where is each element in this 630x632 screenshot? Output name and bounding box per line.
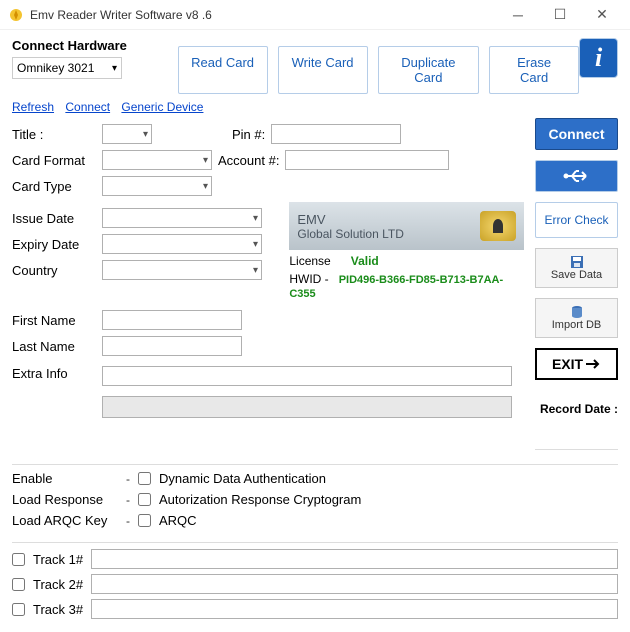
hwid-label: HWID - <box>289 272 328 286</box>
import-db-button[interactable]: Import DB <box>535 298 618 338</box>
issue-date-select[interactable] <box>102 208 262 228</box>
license-label: License <box>289 254 330 268</box>
track3-label: Track 3# <box>33 602 83 617</box>
track3-input[interactable] <box>91 599 618 619</box>
track2-checkbox[interactable] <box>12 578 25 591</box>
track1-checkbox[interactable] <box>12 553 25 566</box>
account-input[interactable] <box>285 150 449 170</box>
arqc-label: ARQC <box>159 513 197 528</box>
connect-button[interactable]: Connect <box>535 118 618 150</box>
card-type-label: Card Type <box>12 179 96 194</box>
pin-input[interactable] <box>271 124 401 144</box>
hardware-selected-value: Omnikey 3021 <box>17 61 94 75</box>
save-data-button[interactable]: Save Data <box>535 248 618 288</box>
title-select[interactable] <box>102 124 152 144</box>
save-data-label: Save Data <box>551 269 602 281</box>
card-format-label: Card Format <box>12 153 96 168</box>
record-date-field <box>535 430 618 450</box>
chip-icon <box>480 211 516 241</box>
hardware-select[interactable]: Omnikey 3021 ▾ <box>12 57 122 79</box>
dda-label: Dynamic Data Authentication <box>159 471 326 486</box>
expiry-date-label: Expiry Date <box>12 237 96 252</box>
usb-button[interactable] <box>535 160 618 192</box>
load-response-label: Load Response <box>12 492 118 507</box>
hardware-links: Refresh Connect Generic Device <box>12 100 618 114</box>
info-button[interactable]: i <box>579 38 618 78</box>
chevron-down-icon: ▾ <box>112 63 117 74</box>
first-name-label: First Name <box>12 313 96 328</box>
last-name-label: Last Name <box>12 339 96 354</box>
card-type-select[interactable] <box>102 176 212 196</box>
close-button[interactable]: ✕ <box>582 1 622 29</box>
extra-info-input[interactable] <box>102 366 512 386</box>
issue-date-label: Issue Date <box>12 211 96 226</box>
first-name-input[interactable] <box>102 310 242 330</box>
hwid-row: HWID - PID496-B366-FD85-B713-B7AA-C355 <box>289 272 527 300</box>
arc-label: Autorization Response Cryptogram <box>159 492 361 507</box>
enable-label: Enable <box>12 471 118 486</box>
minimize-button[interactable]: ─ <box>498 1 538 29</box>
country-label: Country <box>12 263 96 278</box>
write-card-button[interactable]: Write Card <box>278 46 368 94</box>
app-icon <box>8 7 24 23</box>
country-select[interactable] <box>102 260 262 280</box>
import-db-label: Import DB <box>552 319 602 331</box>
erase-card-button[interactable]: Erase Card <box>489 46 579 94</box>
card-format-select[interactable] <box>102 150 212 170</box>
record-date-label: Record Date : <box>535 402 618 416</box>
refresh-link[interactable]: Refresh <box>12 100 54 114</box>
license-status: Valid <box>351 254 379 268</box>
error-check-button[interactable]: Error Check <box>535 202 618 238</box>
pin-label: Pin #: <box>232 127 265 142</box>
expiry-date-select[interactable] <box>102 234 262 254</box>
banner-line1: EMV <box>297 212 472 227</box>
account-label: Account #: <box>218 153 279 168</box>
exit-label: EXIT <box>552 356 583 372</box>
maximize-button[interactable]: ☐ <box>540 1 580 29</box>
exit-button[interactable]: EXIT <box>535 348 618 380</box>
separator-1 <box>12 464 618 465</box>
track1-input[interactable] <box>91 549 618 569</box>
connect-hardware-heading: Connect Hardware <box>12 38 158 53</box>
generic-device-link[interactable]: Generic Device <box>121 100 203 114</box>
track1-label: Track 1# <box>33 552 83 567</box>
usb-icon <box>562 167 592 185</box>
separator-2 <box>12 542 618 543</box>
duplicate-card-button[interactable]: Duplicate Card <box>378 46 480 94</box>
banner-line2: Global Solution LTD <box>297 227 472 241</box>
connect-link[interactable]: Connect <box>65 100 110 114</box>
exit-arrow-icon <box>585 357 601 371</box>
title-label: Title : <box>12 127 96 142</box>
last-name-input[interactable] <box>102 336 242 356</box>
window-title: Emv Reader Writer Software v8 .6 <box>30 8 498 22</box>
read-card-button[interactable]: Read Card <box>178 46 268 94</box>
track2-input[interactable] <box>91 574 618 594</box>
track3-checkbox[interactable] <box>12 603 25 616</box>
arc-checkbox[interactable] <box>138 493 151 506</box>
arqc-checkbox[interactable] <box>138 514 151 527</box>
license-row: License Valid <box>289 254 527 268</box>
emv-banner: EMV Global Solution LTD <box>289 202 524 250</box>
load-arqc-label: Load ARQC Key <box>12 513 118 528</box>
extra-info-label: Extra Info <box>12 366 96 381</box>
titlebar: Emv Reader Writer Software v8 .6 ─ ☐ ✕ <box>0 0 630 30</box>
floppy-icon <box>570 255 584 269</box>
dda-checkbox[interactable] <box>138 472 151 485</box>
extra-info-readonly <box>102 396 512 418</box>
database-icon <box>570 305 584 319</box>
track2-label: Track 2# <box>33 577 83 592</box>
